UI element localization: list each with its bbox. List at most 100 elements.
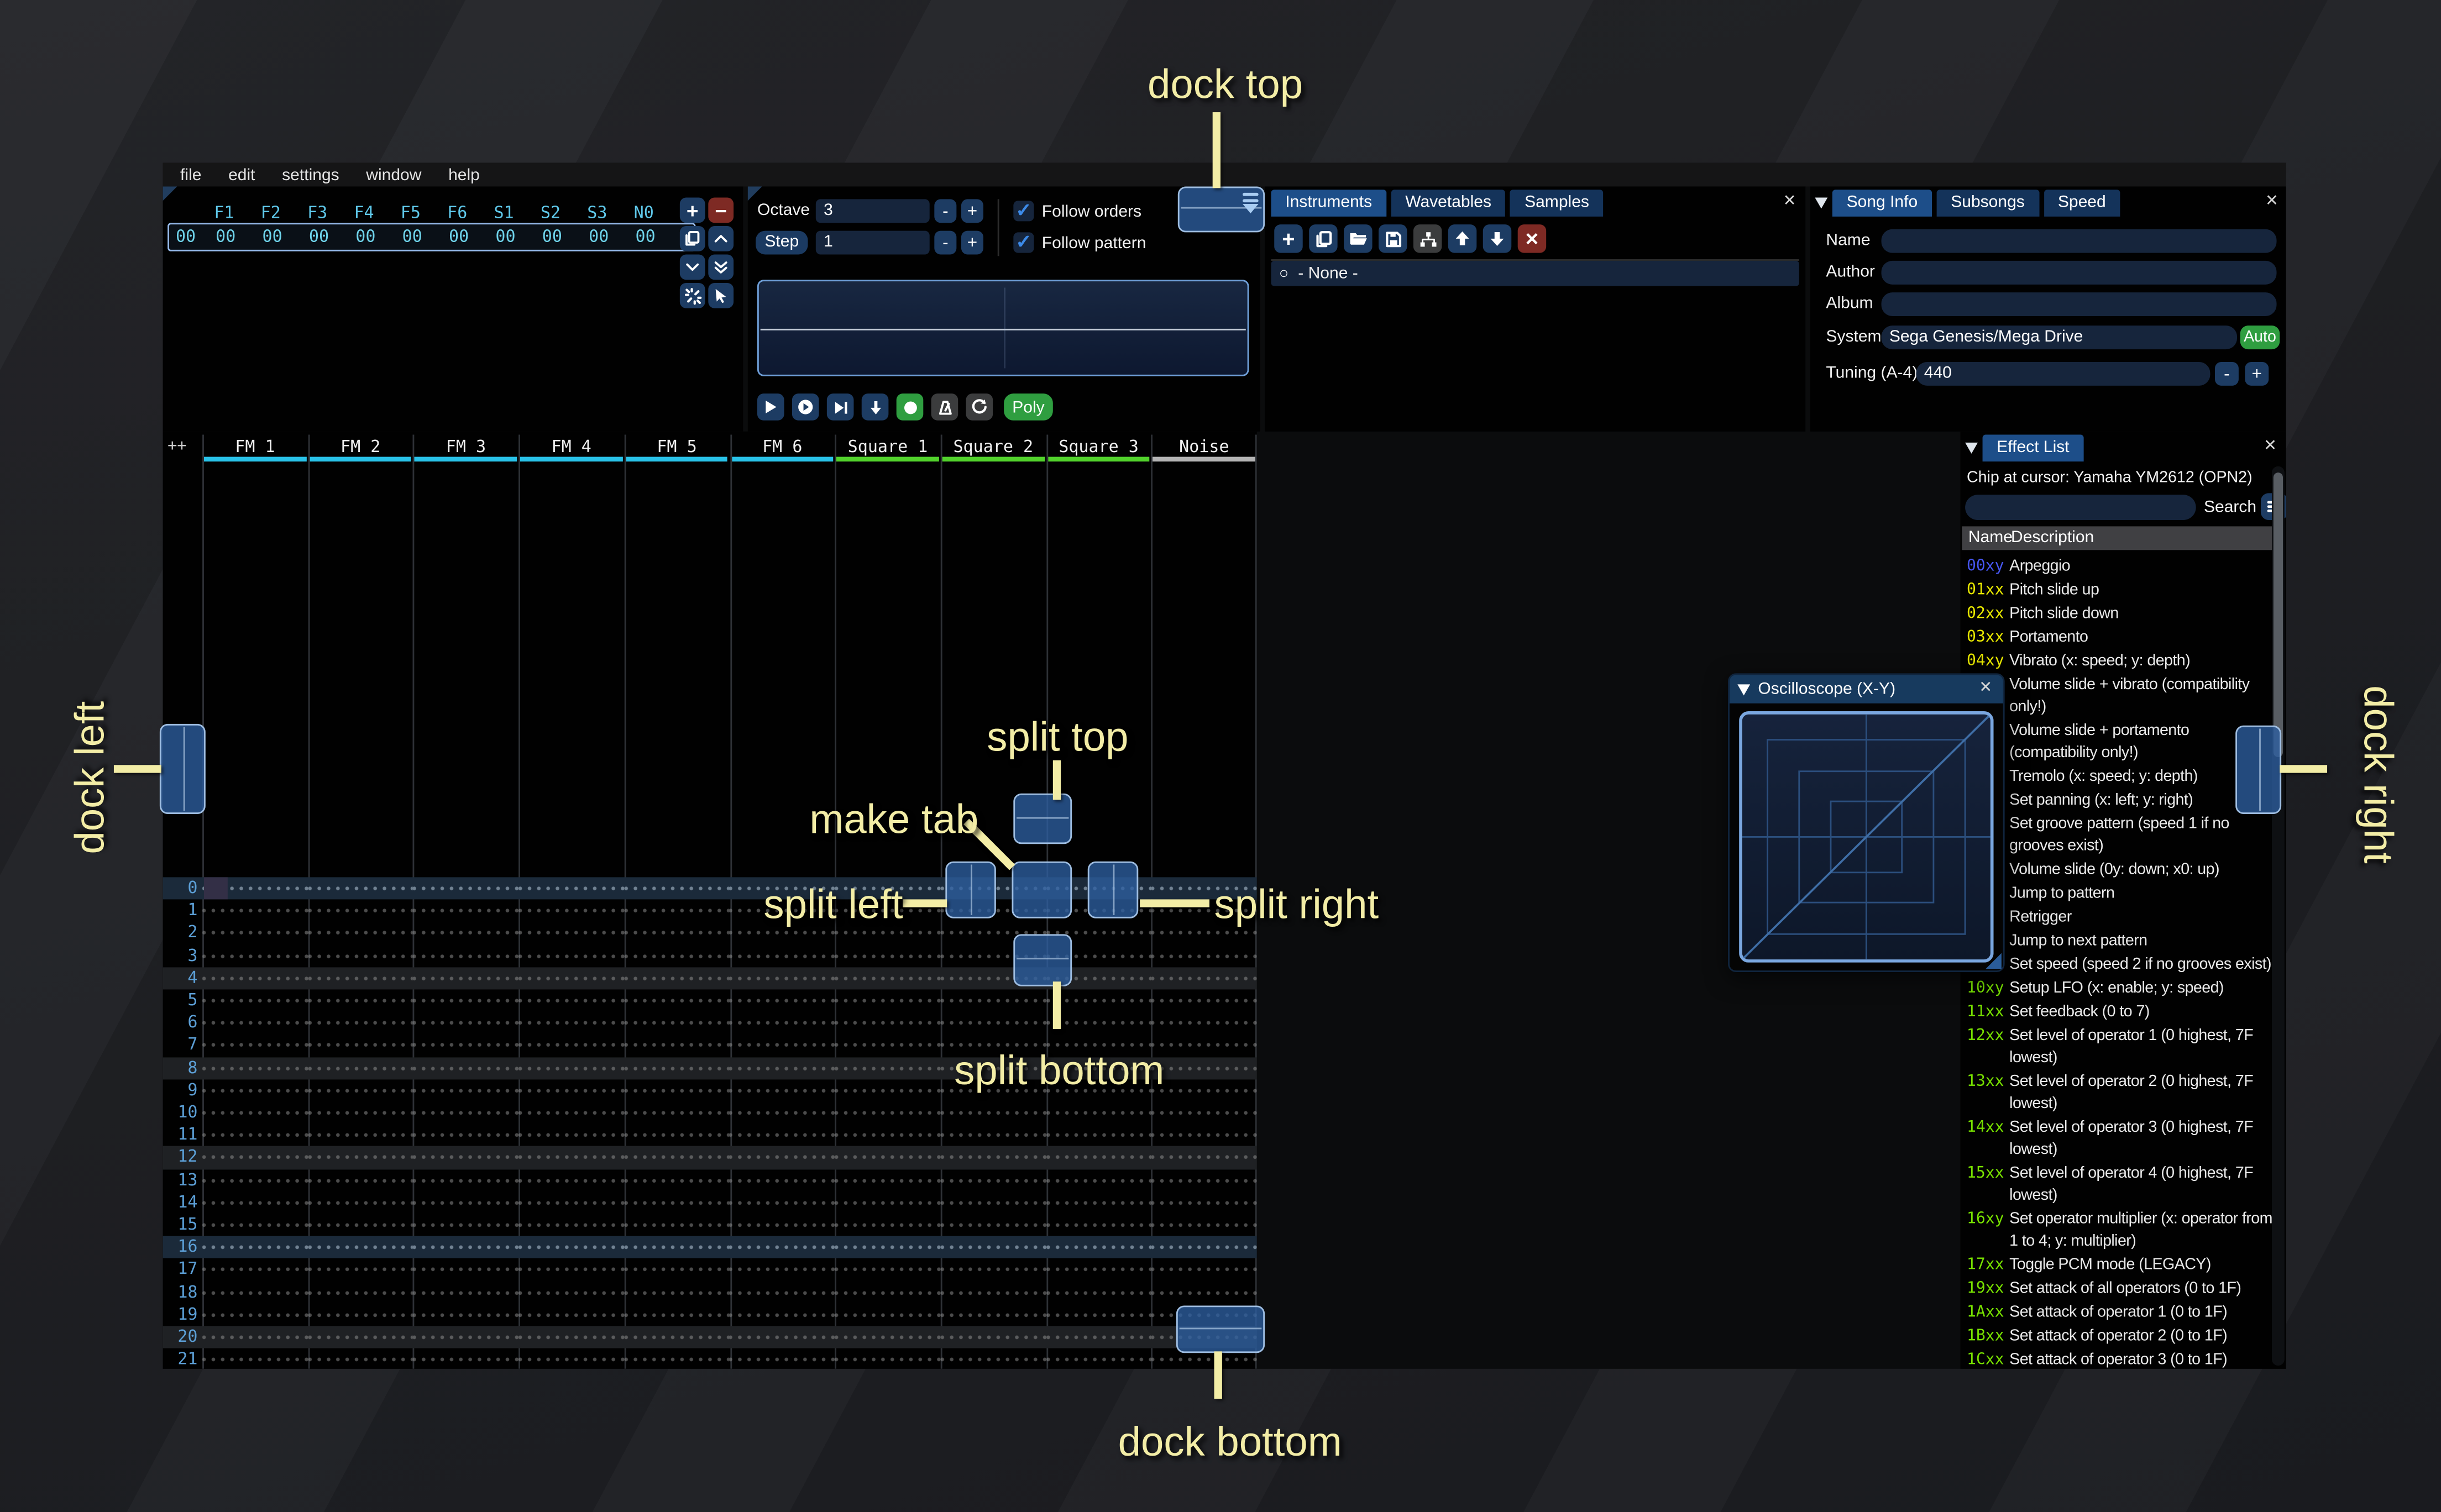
- pattern-cell[interactable]: [940, 1304, 1046, 1326]
- pattern-cell[interactable]: [202, 1304, 308, 1326]
- pattern-cell[interactable]: [835, 1191, 941, 1214]
- pattern-cell[interactable]: [307, 1281, 413, 1304]
- tab-wavetables[interactable]: Wavetables: [1391, 190, 1506, 217]
- channel-header-square-1[interactable]: Square 1: [835, 438, 941, 456]
- pattern-cell[interactable]: [518, 1236, 625, 1259]
- orders-selected-row[interactable]: 00 00 00 00 00 00 00 00 00 00 00: [167, 223, 696, 251]
- pattern-cell[interactable]: [624, 899, 730, 922]
- pattern-cell[interactable]: [624, 1012, 730, 1035]
- pattern-cell[interactable]: [835, 1034, 941, 1057]
- effect-row-12xx[interactable]: 12xx Set level of operator 1 (0 highest, …: [1961, 1024, 2277, 1070]
- order-value-F3[interactable]: 00: [296, 228, 342, 246]
- pattern-cell[interactable]: [202, 989, 308, 1012]
- pattern-cell[interactable]: [413, 1101, 519, 1125]
- pattern-cell[interactable]: [202, 1101, 308, 1125]
- pattern-cell[interactable]: [624, 1281, 730, 1304]
- pattern-cell[interactable]: [1151, 1214, 1257, 1237]
- pattern-cell[interactable]: [518, 1101, 625, 1125]
- pattern-cell[interactable]: [940, 1348, 1046, 1369]
- pattern-row-19[interactable]: 19: [163, 1304, 1257, 1326]
- channel-header-fm-2[interactable]: FM 2: [308, 438, 413, 456]
- order-value-S1[interactable]: 00: [482, 228, 528, 246]
- order-up-button[interactable]: [708, 225, 734, 251]
- follow-orders-checkbox[interactable]: ✓: [1013, 200, 1034, 222]
- pattern-cell[interactable]: [1151, 1236, 1257, 1259]
- effect-row-1Axx[interactable]: 1Axx Set attack of operator 1 (0 to 1F): [1961, 1301, 2277, 1325]
- pattern-cell[interactable]: [518, 1304, 625, 1326]
- pattern-cell[interactable]: [413, 1079, 519, 1102]
- pattern-cell[interactable]: [729, 1214, 835, 1237]
- order-deep-clone-button[interactable]: [708, 254, 734, 280]
- pattern-cell[interactable]: [835, 1169, 941, 1191]
- effect-row-09xx[interactable]: 09xxSet groove pattern (speed 1 if no gr…: [1961, 812, 2277, 858]
- pattern-cell[interactable]: [307, 877, 413, 900]
- pattern-cell[interactable]: [835, 1326, 941, 1349]
- metronome-button[interactable]: [931, 393, 958, 421]
- pattern-cell[interactable]: [1151, 1034, 1257, 1057]
- pattern-cell[interactable]: [1151, 1146, 1257, 1169]
- pattern-cell[interactable]: [835, 1057, 941, 1079]
- pattern-row-18[interactable]: 18: [163, 1281, 1257, 1304]
- pattern-row-6[interactable]: 6: [163, 1012, 1257, 1035]
- step-label-pill[interactable]: Step: [756, 230, 808, 255]
- channel-header-square-2[interactable]: Square 2: [940, 438, 1046, 456]
- pattern-cell[interactable]: [624, 1169, 730, 1191]
- pattern-cell[interactable]: [413, 922, 519, 945]
- pattern-cell[interactable]: [518, 1326, 625, 1349]
- pattern-cell[interactable]: [413, 1214, 519, 1237]
- pattern-cell[interactable]: [518, 1169, 625, 1191]
- pattern-cell[interactable]: [413, 1191, 519, 1214]
- pattern-cell[interactable]: [1151, 1258, 1257, 1282]
- play-button[interactable]: [757, 393, 784, 421]
- pattern-cell[interactable]: [202, 1146, 308, 1169]
- instrument-save-button[interactable]: [1379, 224, 1407, 253]
- pattern-cell[interactable]: [729, 1281, 835, 1304]
- pattern-row-4[interactable]: 4: [163, 967, 1257, 990]
- pattern-cell[interactable]: [518, 1258, 625, 1282]
- effect-row-07xy[interactable]: 07xyTremolo (x: speed; y: depth): [1961, 765, 2277, 789]
- menu-item-edit[interactable]: edit: [228, 165, 255, 184]
- pattern-cell[interactable]: [835, 1101, 941, 1125]
- pattern-cell[interactable]: [1045, 1281, 1151, 1304]
- pattern-row-12[interactable]: 12: [163, 1146, 1257, 1169]
- effect-row-0Bxx[interactable]: 0BxxJump to pattern: [1961, 882, 2277, 906]
- split-right-target[interactable]: [1087, 861, 1139, 918]
- pattern-cell[interactable]: [518, 1057, 625, 1079]
- pattern-cell[interactable]: [202, 1326, 308, 1349]
- pattern-cell[interactable]: [624, 1124, 730, 1147]
- dock-top-target[interactable]: [1177, 186, 1265, 233]
- pattern-cell[interactable]: [940, 1326, 1046, 1349]
- pattern-row-5[interactable]: 5: [163, 989, 1257, 1012]
- pattern-cell[interactable]: [1151, 1101, 1257, 1125]
- effect-row-1Bxx[interactable]: 1Bxx Set attack of operator 2 (0 to 1F): [1961, 1325, 2277, 1348]
- pattern-cell[interactable]: [624, 989, 730, 1012]
- pattern-cell[interactable]: [1045, 1012, 1151, 1035]
- channel-header-fm-4[interactable]: FM 4: [518, 438, 624, 456]
- pattern-cell[interactable]: [835, 989, 941, 1012]
- pattern-cell[interactable]: [835, 944, 941, 967]
- pattern-cell[interactable]: [624, 1146, 730, 1169]
- pattern-row-2[interactable]: 2: [163, 922, 1257, 945]
- pattern-row-21[interactable]: 21: [163, 1348, 1257, 1369]
- song-info-collapse-icon[interactable]: [1815, 197, 1828, 209]
- effect-row-06xy[interactable]: 06xyVolume slide + portamento (compatibi…: [1961, 719, 2277, 765]
- pattern-cell[interactable]: [202, 1057, 308, 1079]
- pattern-cell[interactable]: [729, 1012, 835, 1035]
- pattern-cell[interactable]: [624, 877, 730, 900]
- pattern-cell[interactable]: [624, 1191, 730, 1214]
- effect-row-0Dxx[interactable]: 0DxxJump to next pattern: [1961, 930, 2277, 953]
- pattern-cell[interactable]: [307, 1012, 413, 1035]
- effect-list-close-icon[interactable]: ✕: [2261, 438, 2280, 456]
- pattern-cell[interactable]: [835, 1079, 941, 1102]
- pattern-cell[interactable]: [202, 944, 308, 967]
- pattern-cell[interactable]: [202, 1079, 308, 1102]
- pattern-cell[interactable]: [729, 1034, 835, 1057]
- pattern-cell[interactable]: [624, 1057, 730, 1079]
- pattern-cell[interactable]: [413, 899, 519, 922]
- pattern-cell[interactable]: [202, 1236, 308, 1259]
- effect-row-1Cxx[interactable]: 1Cxx Set attack of operator 3 (0 to 1F): [1961, 1348, 2277, 1369]
- follow-pattern-checkbox[interactable]: ✓: [1013, 232, 1034, 253]
- pattern-cell[interactable]: [202, 1281, 308, 1304]
- pattern-cell[interactable]: [518, 989, 625, 1012]
- effect-row-16xy[interactable]: 16xy Set operator multiplier (x: operator…: [1961, 1208, 2277, 1253]
